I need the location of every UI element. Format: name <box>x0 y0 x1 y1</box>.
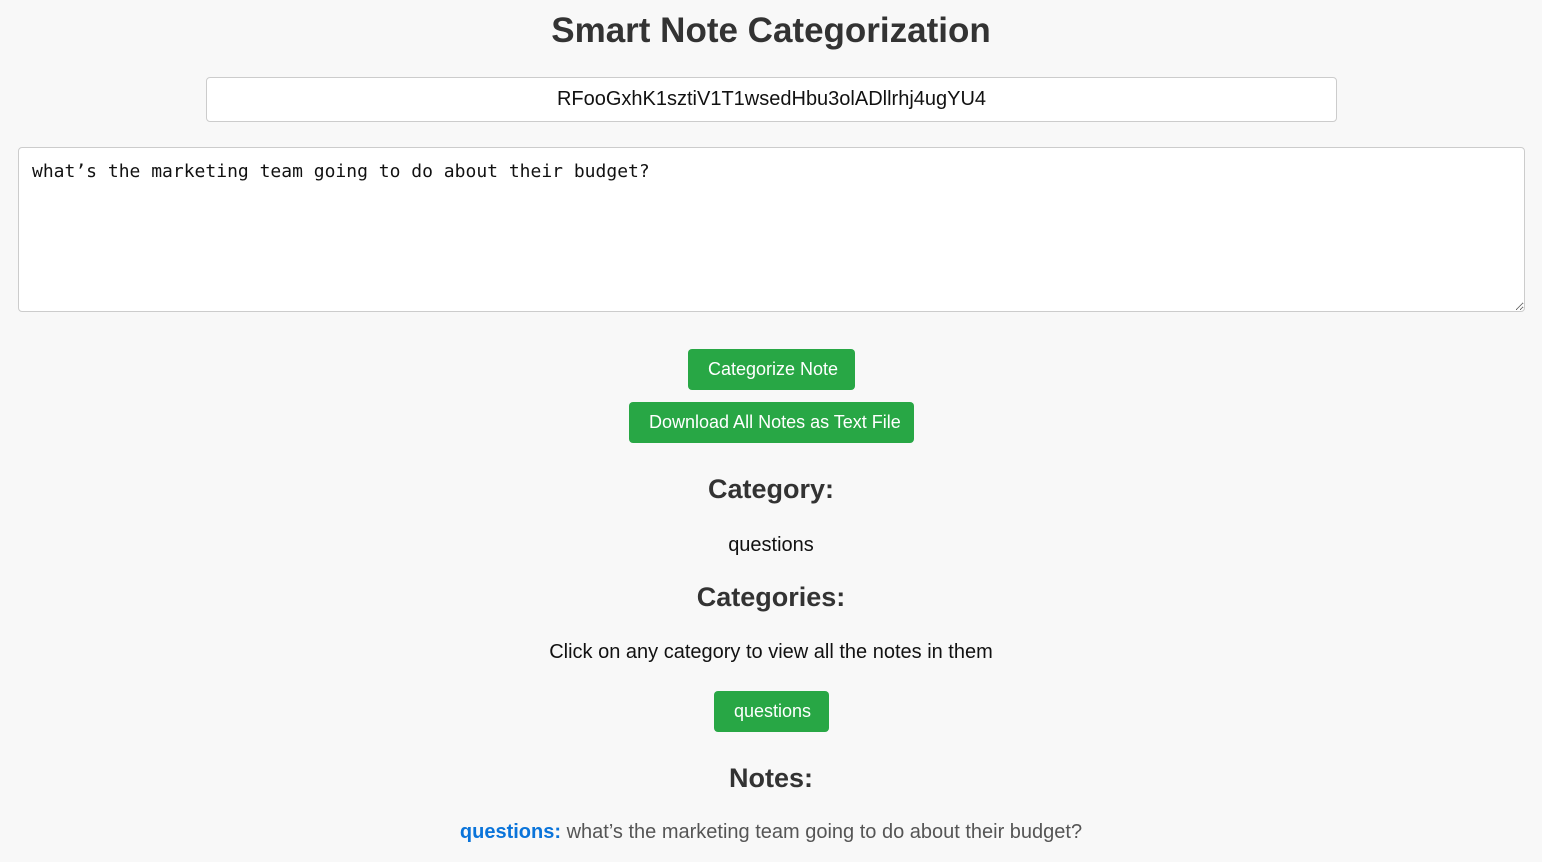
page: Smart Note Categorization what’s the mar… <box>0 0 1542 862</box>
categorize-note-button[interactable]: Categorize Note <box>688 349 855 390</box>
note-item: questions: what’s the marketing team goi… <box>0 821 1542 844</box>
category-heading: Category: <box>707 474 835 504</box>
notes-heading: Notes: <box>728 763 813 793</box>
note-text: what’s the marketing team going to do ab… <box>566 821 1083 843</box>
api-key-input[interactable] <box>206 77 1337 122</box>
categories-heading: Categories: <box>696 582 846 612</box>
download-notes-button[interactable]: Download All Notes as Text File <box>629 402 914 443</box>
note-category-label: questions: <box>459 821 562 843</box>
page-title: Smart Note Categorization <box>551 11 991 50</box>
categories-hint: Click on any category to view all the no… <box>549 641 993 663</box>
note-textarea[interactable]: what’s the marketing team going to do ab… <box>18 147 1525 312</box>
category-result: questions <box>728 534 814 556</box>
category-button-questions[interactable]: questions <box>714 691 829 732</box>
